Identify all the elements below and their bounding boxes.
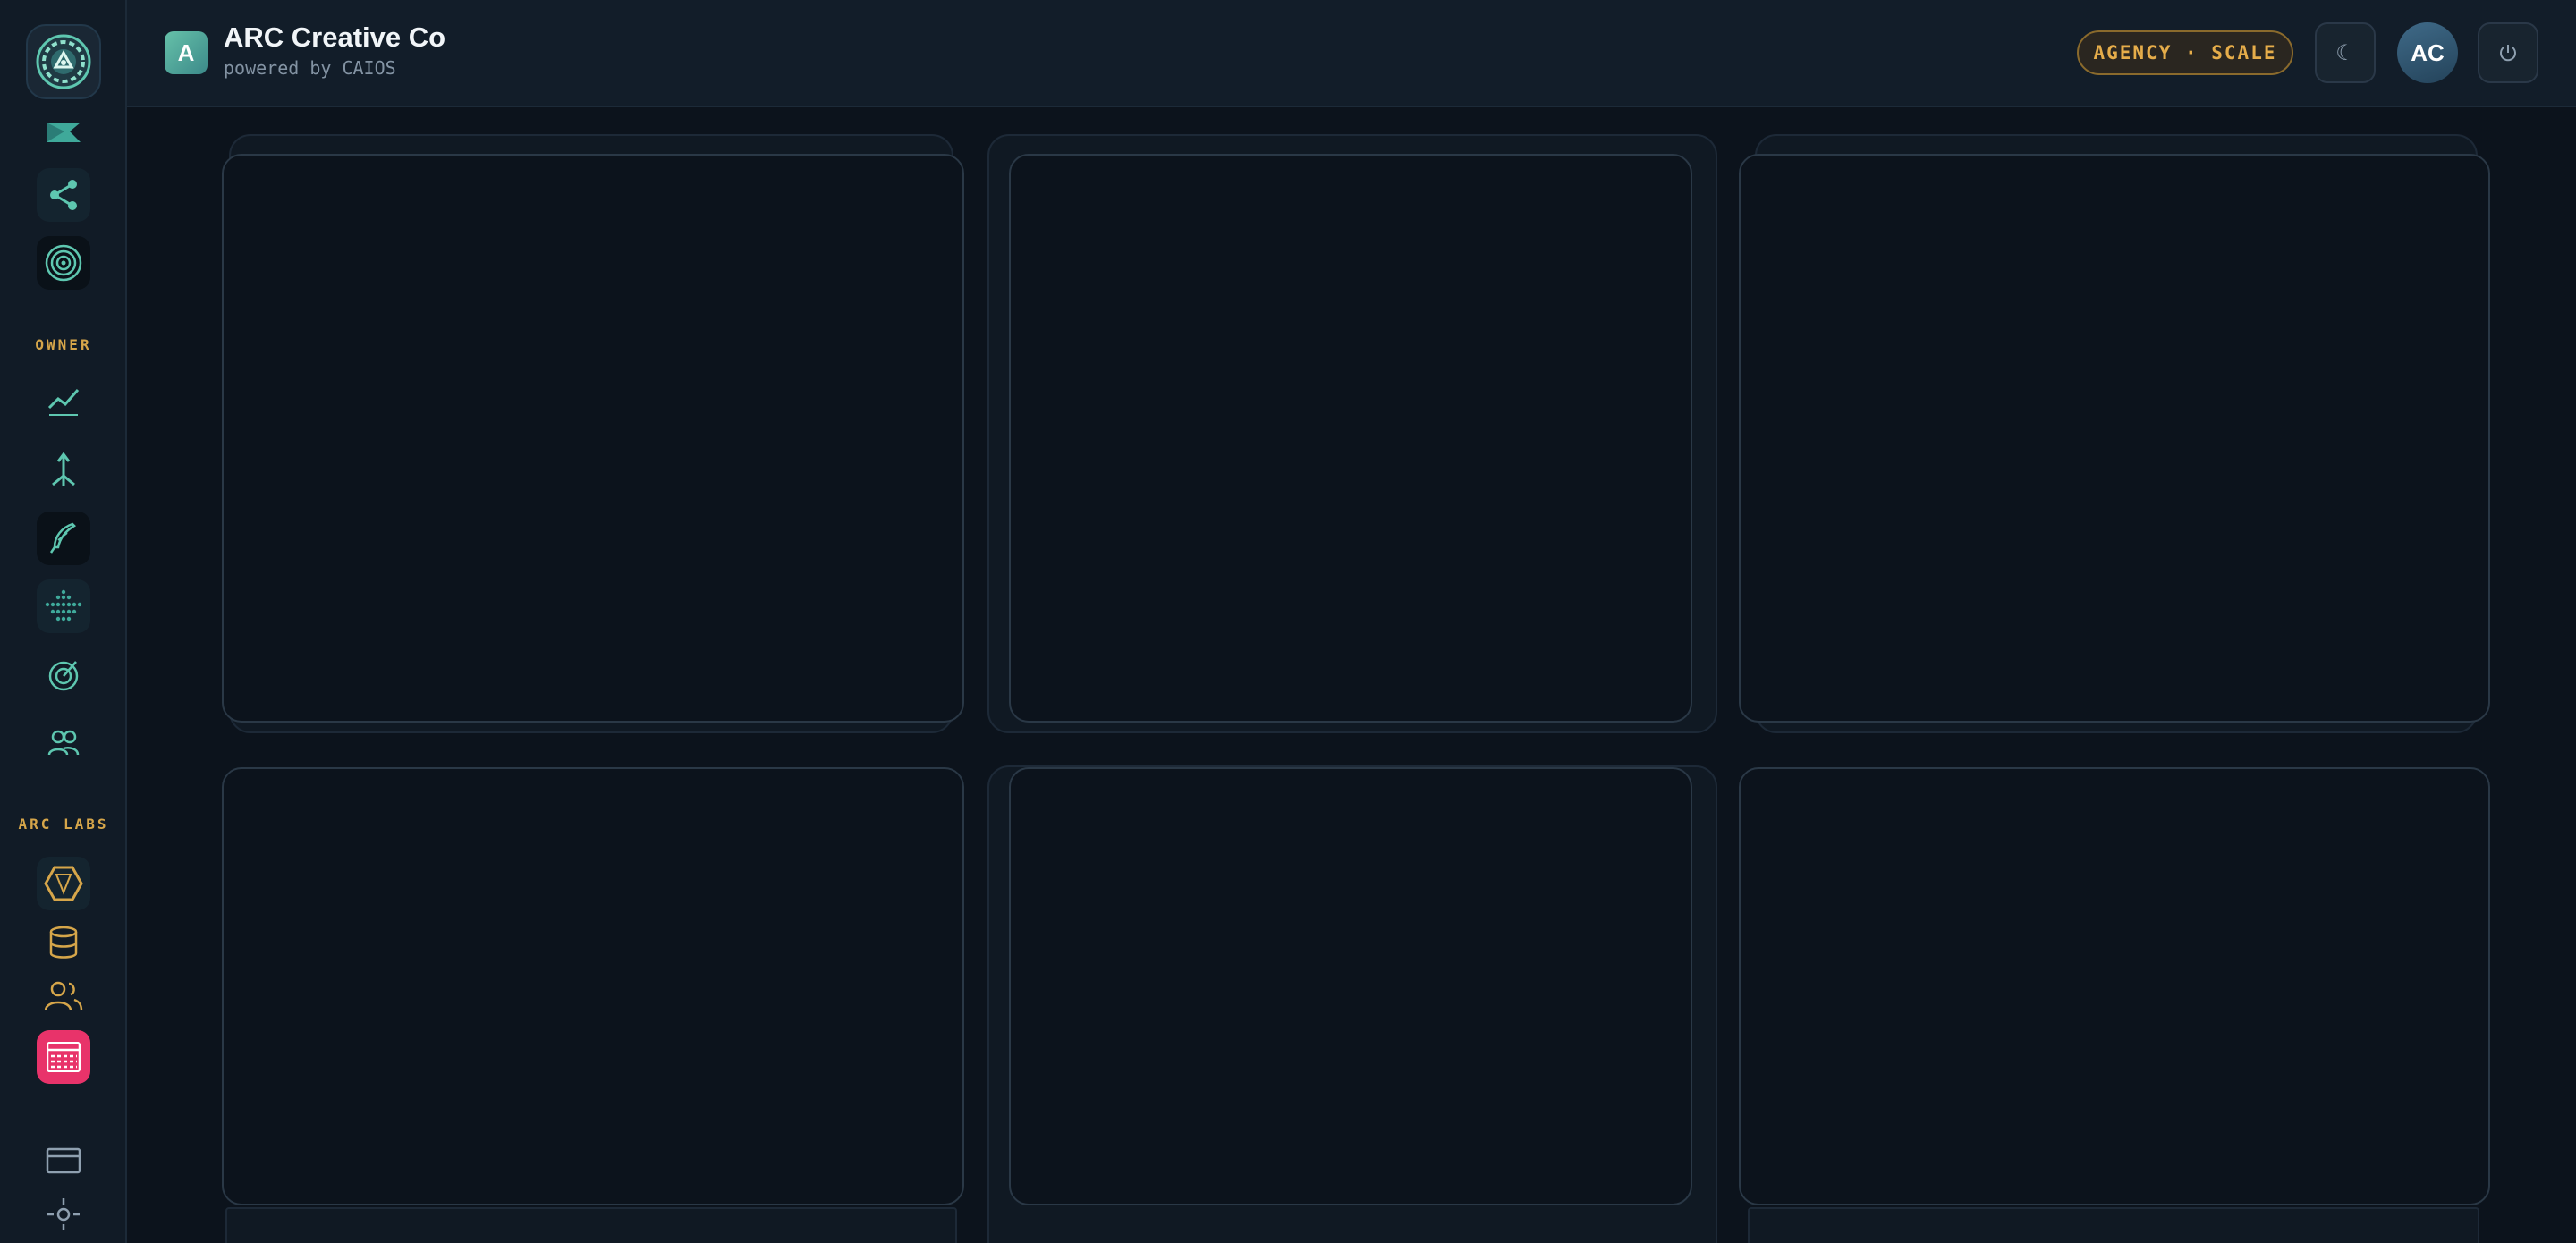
calendar-grid-icon: [47, 1042, 80, 1072]
user-avatar[interactable]: AC: [2397, 22, 2458, 83]
card-icon: [46, 1147, 81, 1174]
flag-icon: [47, 123, 80, 142]
sidebar-section-owner: OWNER: [35, 336, 92, 353]
team-icon: [44, 981, 83, 1011]
split-arrows-icon: [52, 452, 75, 486]
target-rings-icon: [45, 244, 82, 282]
settings-sun-icon: [47, 1198, 80, 1230]
dot-grid-icon: [45, 589, 82, 622]
plan-badge: AGENCY · SCALE: [2077, 30, 2293, 75]
top-header: A ARC Creative Co powered by CAIOS AGENC…: [127, 0, 2576, 107]
nav-target[interactable]: [37, 236, 90, 290]
sidebar-section-arc-labs: ARC LABS: [18, 816, 109, 833]
panel-back-7: [225, 1207, 957, 1243]
power-icon: [2500, 45, 2516, 62]
theme-toggle-button[interactable]: ☾: [2315, 22, 2376, 83]
brand-ring-icon: [36, 34, 91, 89]
company-name: ARC Creative Co: [224, 21, 446, 53]
hexagon-icon: [44, 866, 83, 901]
brand-initial-tile: A: [165, 31, 208, 74]
users-icon: [47, 730, 80, 756]
card-6: [1739, 767, 2490, 1205]
moon-icon: ☾: [2335, 40, 2355, 65]
nav-labs-team[interactable]: [37, 969, 90, 1023]
nav-routing[interactable]: [37, 444, 90, 497]
nav-labs-calendar[interactable]: [37, 1030, 90, 1084]
card-2: [1009, 154, 1692, 723]
radar-icon: [48, 661, 79, 691]
card-4: [222, 767, 964, 1205]
card-1: [222, 154, 964, 723]
app-root: OWNER ARC LABS A ARC Creative Co powered…: [0, 0, 2576, 1243]
card-5: [1009, 767, 1692, 1205]
nav-billing[interactable]: [37, 1134, 90, 1188]
quill-icon: [49, 522, 77, 554]
logout-button[interactable]: [2478, 22, 2538, 83]
brand-logo-button[interactable]: [26, 24, 101, 99]
nav-people[interactable]: [37, 715, 90, 769]
sidebar: OWNER ARC LABS: [0, 0, 127, 1243]
trend-line-icon: [47, 389, 80, 416]
nav-analytics[interactable]: [37, 374, 90, 427]
card-3: [1739, 154, 2490, 723]
nav-share[interactable]: [37, 168, 90, 222]
nav-network[interactable]: [37, 579, 90, 633]
nav-settings[interactable]: [37, 1188, 90, 1241]
nav-labs-data[interactable]: [37, 916, 90, 969]
nav-radar[interactable]: [37, 647, 90, 701]
database-icon: [49, 926, 78, 959]
panel-back-9: [1748, 1207, 2479, 1243]
nav-labs-hex[interactable]: [37, 857, 90, 910]
nav-flag[interactable]: [37, 106, 90, 159]
nav-content[interactable]: [37, 512, 90, 565]
share-nodes-icon: [50, 180, 77, 210]
powered-by-text: powered by CAIOS: [224, 57, 396, 79]
